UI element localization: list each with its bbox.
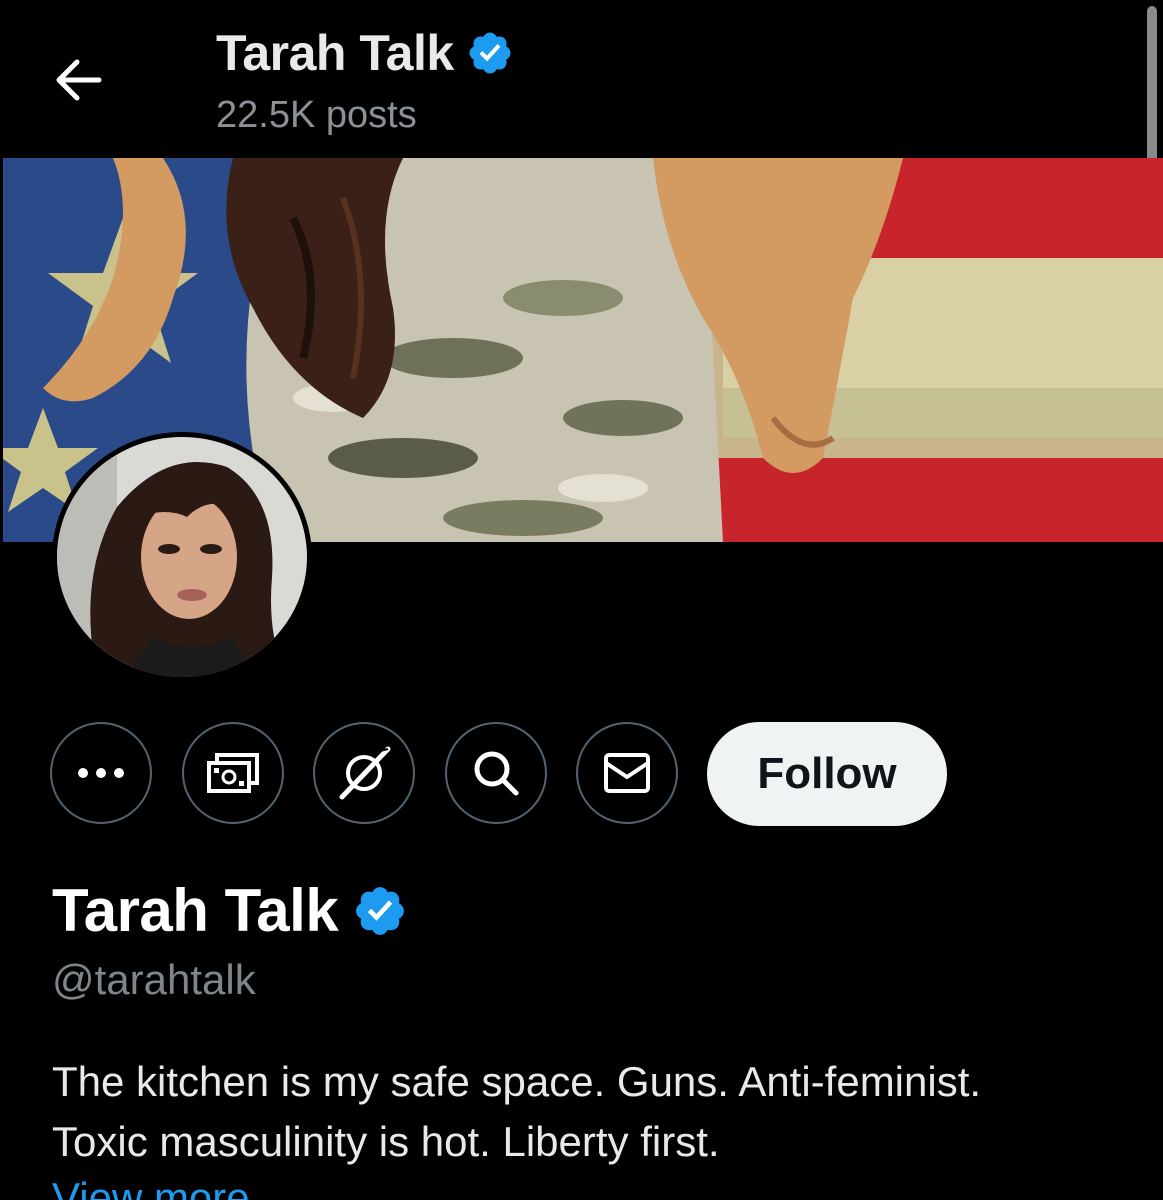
arrow-left-icon xyxy=(56,59,102,101)
message-button[interactable] xyxy=(576,722,678,824)
grok-icon xyxy=(339,746,391,800)
search-button[interactable] xyxy=(445,722,547,824)
back-button[interactable] xyxy=(38,40,118,120)
money-icon xyxy=(207,753,259,793)
verified-badge-icon xyxy=(469,32,511,74)
posts-count: 22.5K posts xyxy=(216,94,417,136)
profile-bio: The kitchen is my safe space. Guns. Anti… xyxy=(52,1052,1132,1172)
subscribe-button[interactable] xyxy=(182,722,284,824)
view-more-link[interactable]: View more xyxy=(52,1174,250,1200)
profile-page: Tarah Talk 22.5K posts Follow Tarah Talk… xyxy=(0,0,1163,1200)
verified-badge-icon xyxy=(356,886,405,935)
more-horizontal-icon xyxy=(78,768,124,778)
follow-button[interactable]: Follow xyxy=(707,722,947,826)
profile-avatar[interactable] xyxy=(52,432,312,682)
search-icon xyxy=(474,751,519,796)
user-handle: @tarahtalk xyxy=(52,956,256,1003)
display-name-text: Tarah Talk xyxy=(52,877,339,944)
header-title: Tarah Talk xyxy=(216,24,514,82)
top-header: Tarah Talk 22.5K posts xyxy=(0,0,1163,158)
avatar-image xyxy=(57,437,307,677)
bio-line: Toxic masculinity is hot. Liberty first. xyxy=(52,1118,720,1165)
header-name: Tarah Talk xyxy=(216,25,454,81)
envelope-icon xyxy=(604,753,650,793)
more-button[interactable] xyxy=(50,722,152,824)
bio-line: The kitchen is my safe space. Guns. Anti… xyxy=(52,1058,982,1105)
grok-button[interactable] xyxy=(313,722,415,824)
display-name: Tarah Talk xyxy=(52,876,408,945)
